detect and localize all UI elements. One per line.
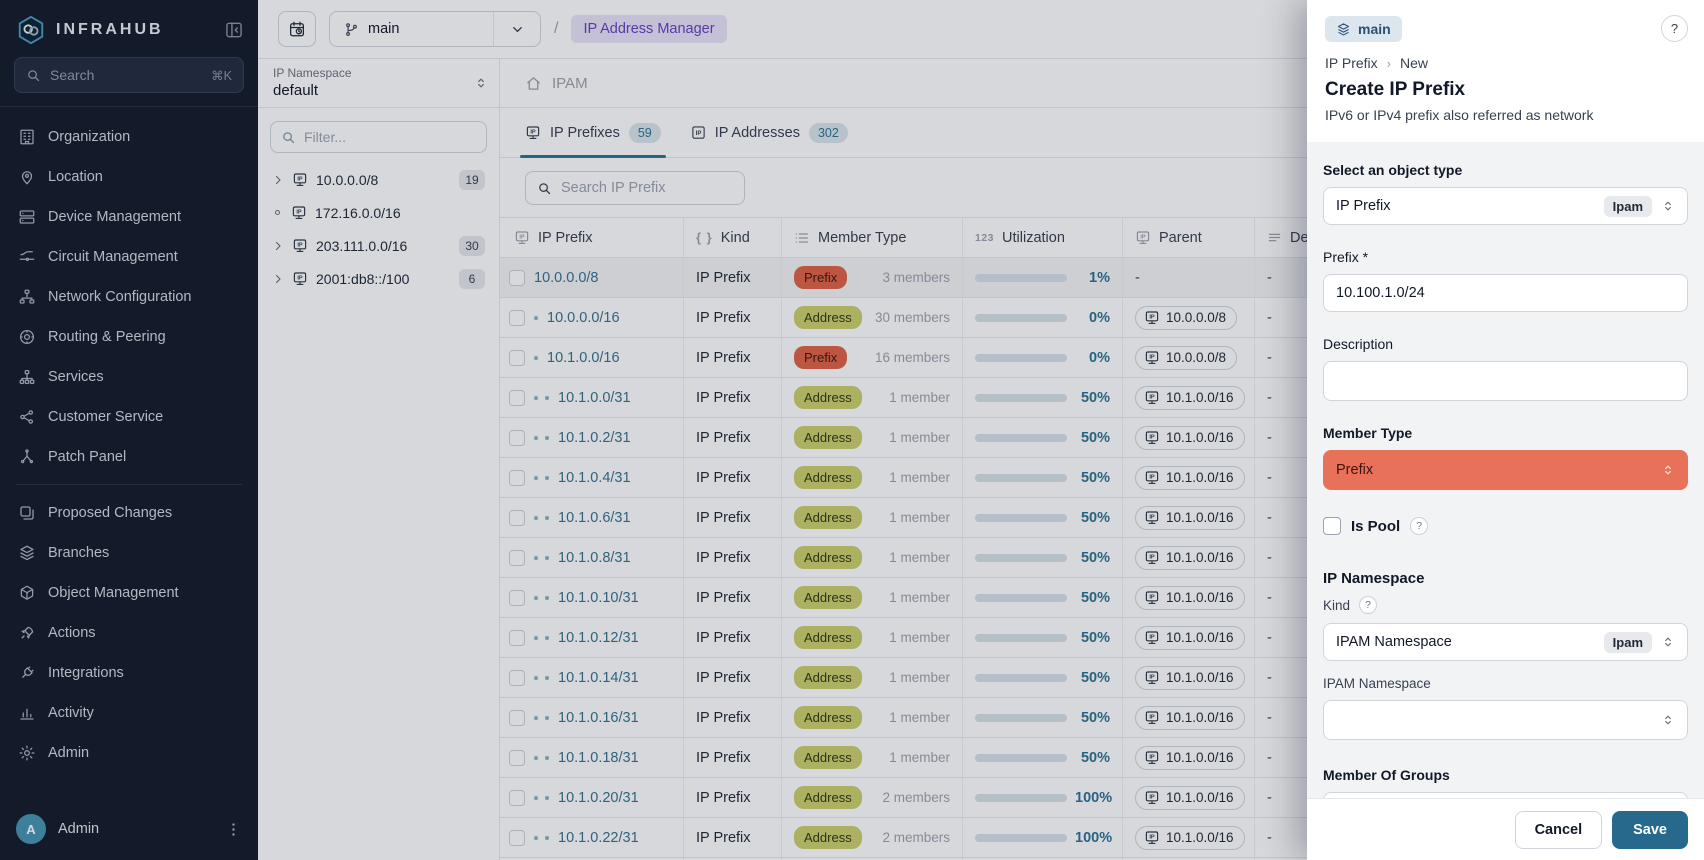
member-type-group: Member Type Prefix [1323,425,1688,490]
ipam-badge: Ipam [1604,632,1652,653]
app-screen: INFRAHUB Search ⌘K OrganizationLocationD… [0,0,1704,860]
create-ip-prefix-drawer: main ? IP Prefix › New Create IP Prefix … [1307,0,1704,860]
branch-badge: main [1325,16,1402,42]
is-pool-checkbox[interactable] [1323,517,1341,535]
drawer-header: main ? IP Prefix › New Create IP Prefix … [1307,0,1704,142]
ip-namespace-heading: IP Namespace [1323,570,1688,587]
description-label: Description [1323,336,1688,352]
updown-chevron-icon [1661,463,1675,477]
drawer-title: Create IP Prefix [1325,79,1686,101]
chevron-right-icon: › [1387,56,1391,71]
ipam-badge: Ipam [1604,196,1652,217]
breadcrumb-current: New [1400,55,1428,71]
branch-badge-label: main [1358,21,1391,37]
updown-chevron-icon [1661,713,1675,727]
prefix-value: 10.100.1.0/24 [1336,285,1675,301]
description-input[interactable] [1323,361,1688,401]
ipam-namespace-select[interactable] [1323,700,1688,740]
help-button[interactable]: ? [1661,15,1688,42]
member-type-select[interactable]: Prefix [1323,450,1688,490]
kind-label: Kind [1323,598,1350,613]
kind-value: IPAM Namespace [1336,634,1604,650]
layers-icon [1336,22,1351,37]
cancel-button[interactable]: Cancel [1515,811,1603,849]
groups-group: Member Of Groups [1323,767,1688,798]
groups-label: Member Of Groups [1323,767,1688,783]
updown-chevron-icon [1661,635,1675,649]
kind-select[interactable]: IPAM Namespace Ipam [1323,623,1688,661]
description-group: Description [1323,336,1688,401]
kind-help-icon[interactable]: ? [1359,596,1377,614]
drawer-subtitle: IPv6 or IPv4 prefix also referred as net… [1325,107,1686,123]
is-pool-group: Is Pool ? [1323,517,1688,535]
object-type-select[interactable]: IP Prefix Ipam [1323,187,1688,225]
prefix-group: Prefix * 10.100.1.0/24 [1323,249,1688,312]
is-pool-help-icon[interactable]: ? [1410,517,1428,535]
kind-label-row: Kind ? [1323,596,1688,614]
prefix-label: Prefix * [1323,249,1688,265]
member-type-label: Member Type [1323,425,1688,441]
is-pool-label: Is Pool [1351,518,1400,535]
breadcrumb-parent[interactable]: IP Prefix [1325,55,1378,71]
object-type-value: IP Prefix [1336,198,1604,214]
drawer-footer: Cancel Save [1307,798,1704,860]
object-type-group: Select an object type IP Prefix Ipam [1323,162,1688,225]
ipam-namespace-label: IPAM Namespace [1323,676,1431,691]
updown-chevron-icon [1661,199,1675,213]
ipam-namespace-label-row: IPAM Namespace [1323,676,1688,691]
object-type-label: Select an object type [1323,162,1688,178]
member-type-value: Prefix [1336,462,1661,478]
save-button[interactable]: Save [1612,811,1688,849]
prefix-input[interactable]: 10.100.1.0/24 [1323,274,1688,312]
drawer-breadcrumb: IP Prefix › New [1325,55,1686,71]
drawer-form: Select an object type IP Prefix Ipam Pre… [1307,142,1704,798]
